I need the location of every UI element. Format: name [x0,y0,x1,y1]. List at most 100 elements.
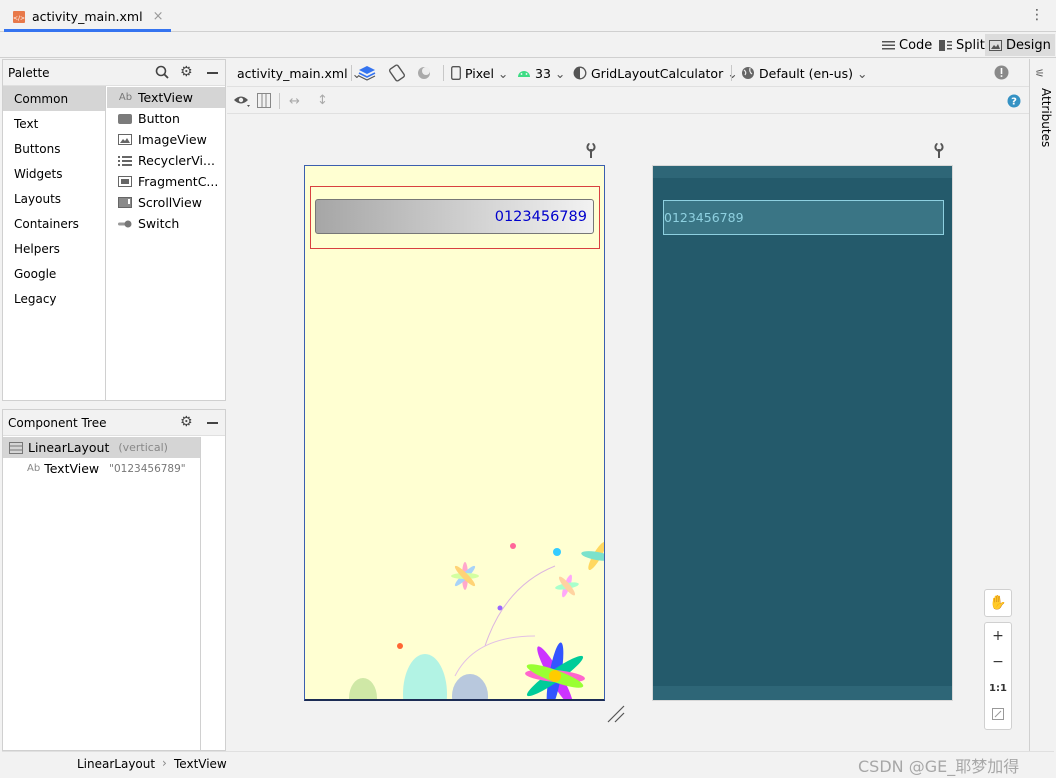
eye-icon[interactable] [233,94,251,108]
code-lines-icon [882,40,895,51]
design-mode-label: Design [1006,37,1051,53]
palette-item-imageview[interactable]: ImageView [107,129,225,150]
split-mode-label: Split [956,37,985,53]
code-mode-button[interactable]: Code [878,34,936,56]
item-label: FragmentC... [138,174,219,189]
design-preview[interactable]: 0123456789 [304,165,605,701]
breadcrumb-textview[interactable]: TextView [174,757,227,771]
category-layouts[interactable]: Layouts [3,186,105,211]
component-tree-list: LinearLayout (vertical) Ab TextView "012… [3,437,201,750]
divider [731,65,732,81]
category-buttons[interactable]: Buttons [3,136,105,161]
api-level-dropdown[interactable]: 33 ⌄ [517,59,565,87]
category-google[interactable]: Google [3,261,105,286]
imageview-icon [118,134,133,145]
design-mode-button[interactable]: Design [985,34,1055,56]
android-icon [517,68,531,78]
help-icon[interactable]: ? [1007,94,1021,108]
hand-icon: ✋ [989,595,1007,611]
design-toolbar: activity_main.xml ⌄ Pixel ⌄ 33 ⌄ GridLayout… [227,59,1029,87]
device-label: Pixel [465,65,494,81]
horizontal-resize-icon[interactable]: ↔ [289,94,300,109]
vertical-resize-icon[interactable]: ↕ [317,93,328,108]
palette-panel: Palette ⚙ Common Text Buttons Widgets La… [2,59,226,401]
split-view-icon [939,39,952,51]
fragment-icon [118,176,133,187]
minimize-icon[interactable] [207,422,218,424]
category-containers[interactable]: Containers [3,211,105,236]
breadcrumb-linearlayout[interactable]: LinearLayout [77,757,155,771]
locale-label: Default (en-us) [759,65,853,81]
tree-node-linearlayout[interactable]: LinearLayout (vertical) [3,437,200,458]
category-common[interactable]: Common [3,86,105,111]
gear-icon[interactable]: ⚙ [180,415,193,429]
textview-preview[interactable]: 0123456789 [315,199,594,234]
palette-item-switch[interactable]: Switch [107,213,225,234]
minimize-icon[interactable] [207,72,218,74]
blueprint-toggle-icon[interactable] [257,93,271,108]
tree-node-textview[interactable]: Ab TextView "0123456789" [3,458,200,479]
orientation-dropdown[interactable] [388,59,406,87]
item-label: Button [138,111,180,126]
textview-blueprint[interactable]: 0123456789 [663,200,944,235]
zoom-out-button[interactable]: − [985,649,1011,675]
night-mode-icon [416,65,434,81]
view-mode-bar: Code Split Design [0,32,1056,58]
component-tree-panel: Component Tree ⚙ LinearLayout (vertical)… [2,409,226,751]
textview-icon: Ab [27,463,41,474]
tab-label: activity_main.xml [32,9,143,24]
palette-item-fragmentcontainer[interactable]: FragmentC... [107,171,225,192]
chevron-down-icon: ⌄ [497,65,509,81]
file-select-dropdown[interactable]: activity_main.xml ⌄ [237,59,362,87]
sliders-icon: ⚟ [1035,67,1045,80]
warning-icon[interactable] [994,65,1009,80]
layers-icon [358,65,376,81]
chevron-down-icon: ⌄ [554,65,566,81]
zoom-fit-button[interactable] [985,701,1011,727]
device-dropdown[interactable]: Pixel ⌄ [451,59,508,87]
palette-item-recyclerview[interactable]: RecyclerVi... [107,150,225,171]
locale-dropdown[interactable]: Default (en-us) ⌄ [741,59,867,87]
blueprint-preview[interactable]: 0123456789 [652,165,953,701]
item-label: RecyclerVi... [138,153,215,168]
palette-header: Palette ⚙ [3,60,225,86]
wrench-icon[interactable] [933,143,945,159]
category-legacy[interactable]: Legacy [3,286,105,311]
tab-activity-main[interactable]: </> activity_main.xml × [4,4,172,32]
component-tree-title: Component Tree [8,415,107,430]
category-widgets[interactable]: Widgets [3,161,105,186]
more-vertical-icon[interactable]: ⋮ [1030,8,1044,22]
category-text[interactable]: Text [3,111,105,136]
item-label: Switch [138,216,180,231]
tree-node-label: TextView [44,461,100,476]
image-icon [989,39,1002,51]
search-icon[interactable] [155,65,169,79]
theme-dropdown[interactable]: GridLayoutCalculator ⌄ [573,59,738,87]
zoom-actual-size-button[interactable]: 1:1 [985,675,1011,701]
theme-icon [573,66,587,80]
globe-icon [741,66,755,80]
palette-item-textview[interactable]: Ab TextView [107,87,225,108]
category-helpers[interactable]: Helpers [3,236,105,261]
layers-dropdown[interactable] [358,59,376,87]
divider [351,65,352,81]
fit-screen-icon [992,708,1004,720]
svg-text:?: ? [1011,97,1017,108]
divider [443,65,444,81]
attributes-side-panel[interactable]: ⚟ Attributes [1029,59,1054,751]
resize-handle-icon[interactable] [606,704,626,724]
split-mode-button[interactable]: Split [935,34,989,56]
gear-icon[interactable]: ⚙ [180,65,193,79]
tree-node-label: LinearLayout [28,440,110,455]
button-icon [118,113,133,124]
zoom-in-button[interactable]: + [985,623,1011,649]
divider [279,93,280,109]
palette-item-scrollview[interactable]: ScrollView [107,192,225,213]
palette-item-button[interactable]: Button [107,108,225,129]
close-tab-icon[interactable]: × [153,9,164,24]
watermark-text: CSDN @GE_耶梦加得 [858,757,1020,776]
flower-background-image [349,542,604,699]
wrench-icon[interactable] [585,143,597,159]
pan-button[interactable]: ✋ [984,589,1012,617]
night-mode-dropdown[interactable] [416,59,434,87]
